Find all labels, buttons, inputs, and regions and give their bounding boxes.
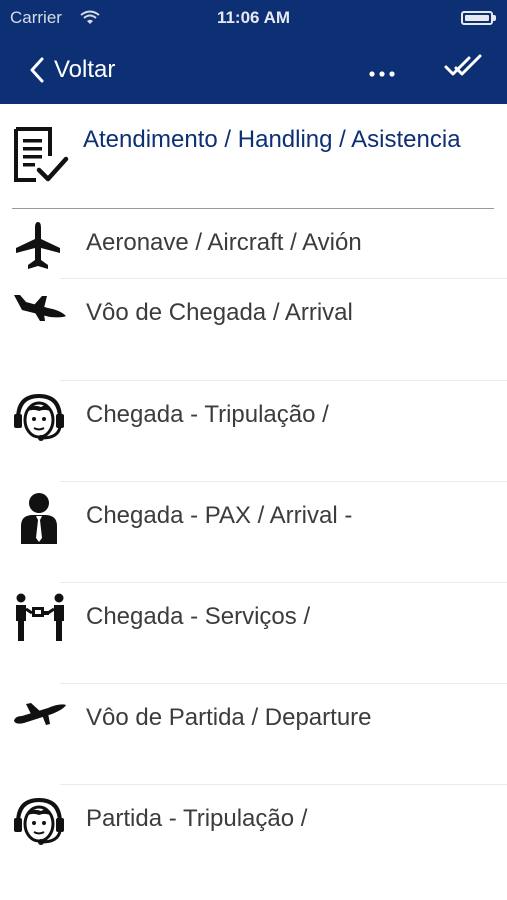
confirm-button[interactable] — [442, 52, 486, 86]
checklist-document-icon — [12, 126, 70, 191]
menu-item-departure-flight[interactable]: Vôo de Partida / Departure — [0, 684, 507, 785]
menu-item-label: Vôo de Partida / Departure — [86, 704, 372, 731]
back-label: Voltar — [54, 56, 116, 83]
navigation-bar: Carrier 11:06 AM Voltar — [0, 0, 507, 104]
battery-nub — [493, 15, 496, 21]
menu-item-label: Partida - Tripulação / — [86, 805, 308, 832]
menu-item-label: Vôo de Chegada / Arrival — [86, 299, 353, 326]
menu-item-arrival-crew[interactable]: Chegada - Tripulação / — [0, 381, 507, 482]
menu-item-label: Aeronave / Aircraft / Avión — [86, 229, 362, 256]
menu-item-arrival-pax[interactable]: Chegada - PAX / Arrival - — [0, 482, 507, 583]
passenger-icon — [12, 490, 64, 551]
more-button[interactable] — [362, 58, 402, 88]
headset-person-icon — [12, 795, 66, 854]
back-button[interactable]: Voltar — [30, 50, 115, 90]
section-header: Atendimento / Handling / Asistencia — [0, 104, 507, 209]
ellipsis-icon — [369, 64, 395, 82]
landing-plane-icon — [12, 293, 68, 328]
double-check-icon — [442, 54, 486, 86]
menu-item-label: Chegada - PAX / Arrival - — [86, 502, 353, 529]
clock: 11:06 AM — [216, 8, 291, 27]
airplane-icon — [12, 219, 64, 276]
headset-person-icon — [12, 391, 66, 450]
status-bar: Carrier 11:06 AM — [0, 0, 507, 36]
menu-item-aircraft[interactable]: Aeronave / Aircraft / Avión — [0, 209, 507, 279]
menu-item-arrival-services[interactable]: Chegada - Serviços / — [0, 583, 507, 684]
battery-icon — [461, 11, 493, 25]
section-title: Atendimento / Handling / Asistencia — [83, 126, 461, 153]
menu-list: Aeronave / Aircraft / Avión Vôo de Chega… — [0, 209, 507, 886]
menu-item-arrival-flight[interactable]: Vôo de Chegada / Arrival — [0, 279, 507, 381]
takeoff-plane-icon — [12, 698, 68, 733]
menu-item-label: Chegada - Tripulação / — [86, 401, 329, 428]
chevron-left-icon — [30, 57, 44, 83]
menu-item-label: Chegada - Serviços / — [86, 603, 311, 630]
service-desk-icon — [12, 591, 68, 652]
menu-item-departure-crew[interactable]: Partida - Tripulação / — [0, 785, 507, 886]
